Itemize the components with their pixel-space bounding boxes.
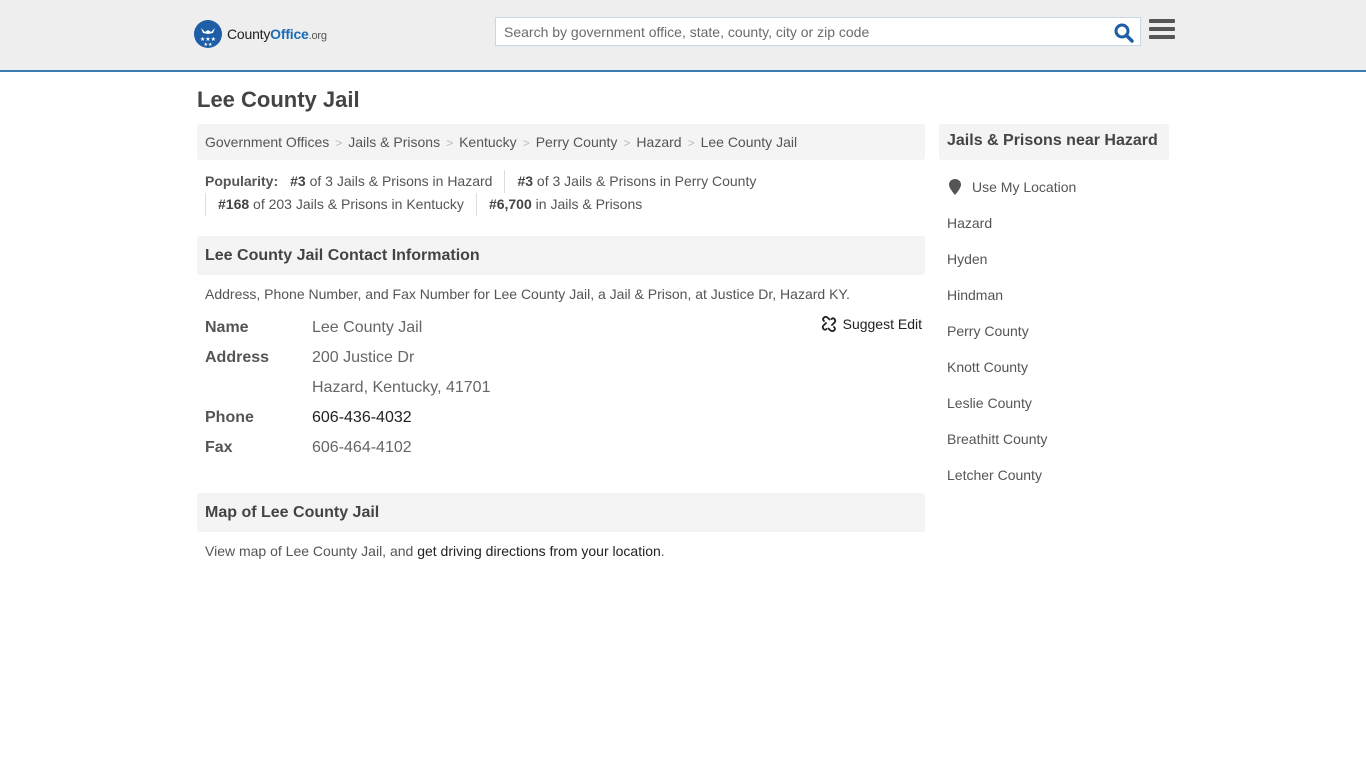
logo-text: CountyOffice.org — [227, 26, 327, 42]
info-row-fax: Fax 606-464-4102 — [205, 433, 925, 463]
search-input[interactable] — [496, 18, 1096, 45]
breadcrumb: Government Offices > Jails & Prisons > Kentu… — [197, 124, 925, 160]
breadcrumb-separator: > — [687, 136, 695, 150]
svg-text:★★: ★★ — [204, 42, 213, 48]
breadcrumb-kentucky[interactable]: Kentucky — [459, 134, 517, 150]
info-row-phone: Phone 606-436-4032 — [205, 409, 412, 426]
breadcrumb-separator: > — [446, 136, 454, 150]
contact-section-heading: Lee County Jail Contact Information — [197, 236, 925, 275]
use-my-location[interactable]: Use My Location — [947, 169, 1169, 205]
nearby-link-knott-county[interactable]: Knott County — [947, 359, 1028, 375]
nearby-link-leslie-county[interactable]: Leslie County — [947, 395, 1032, 411]
breadcrumb-separator: > — [623, 136, 631, 150]
nearby-link-hazard[interactable]: Hazard — [947, 215, 992, 231]
suggest-edit[interactable]: Suggest Edit — [821, 316, 922, 332]
nearby-sidebar: Jails & Prisons near Hazard Use My Locat… — [939, 124, 1169, 493]
search-box — [495, 17, 1141, 46]
breadcrumb-separator: > — [522, 136, 530, 150]
popularity-item: #3 of 3 Jails & Prisons in Perry County — [517, 173, 757, 189]
breadcrumb-jails-prisons[interactable]: Jails & Prisons — [348, 134, 440, 150]
main-content: Lee County Jail Government Offices > Jails… — [197, 86, 925, 559]
phone-link[interactable]: 606-436-4032 — [312, 409, 412, 426]
nearby-link-perry-county[interactable]: Perry County — [947, 323, 1029, 339]
breadcrumb-government-offices[interactable]: Government Offices — [205, 134, 329, 150]
breadcrumb-separator: > — [335, 136, 343, 150]
popularity-stats: Popularity: #3 of 3 Jails & Prisons in H… — [197, 170, 925, 216]
search-icon[interactable] — [1114, 23, 1134, 43]
map-section-heading: Map of Lee County Jail — [197, 493, 925, 532]
popularity-item: #6,700 in Jails & Prisons — [488, 196, 643, 212]
address-line1: 200 Justice Dr — [312, 349, 415, 366]
nearby-link-hindman[interactable]: Hindman — [947, 287, 1003, 303]
logo-eagle-icon: ★★★ ★★ — [194, 20, 222, 48]
nearby-link-letcher-county[interactable]: Letcher County — [947, 467, 1042, 483]
broken-link-icon — [821, 316, 836, 332]
fax-value: 606-464-4102 — [312, 439, 412, 456]
sidebar-heading: Jails & Prisons near Hazard — [939, 124, 1169, 160]
map-description: View map of Lee County Jail, and get dri… — [205, 543, 665, 559]
breadcrumb-current: Lee County Jail — [700, 134, 798, 150]
nearby-link-hyden[interactable]: Hyden — [947, 251, 987, 267]
popularity-item: #168 of 203 Jails & Prisons in Kentucky — [205, 193, 477, 216]
name-value: Lee County Jail — [312, 319, 423, 336]
site-header: ★★★ ★★ CountyOffice.org — [0, 0, 1366, 72]
breadcrumb-hazard[interactable]: Hazard — [636, 134, 681, 150]
suggest-edit-link[interactable]: Suggest Edit — [843, 316, 922, 332]
breadcrumb-perry-county[interactable]: Perry County — [536, 134, 618, 150]
driving-directions-link[interactable]: get driving directions from your locatio… — [417, 543, 661, 559]
popularity-item: #3 of 3 Jails & Prisons in Hazard — [290, 170, 506, 193]
hamburger-menu-icon[interactable] — [1149, 19, 1175, 41]
map-pin-icon — [949, 179, 961, 195]
nearby-link-breathitt-county[interactable]: Breathitt County — [947, 431, 1047, 447]
site-logo[interactable]: ★★★ ★★ CountyOffice.org — [194, 20, 327, 48]
contact-info: Suggest Edit Name Lee County Jail Addres… — [197, 313, 925, 463]
use-my-location-link[interactable]: Use My Location — [972, 169, 1076, 205]
info-row-address2: Hazard, Kentucky, 41701 — [205, 373, 925, 403]
info-row-name: Name Lee County Jail — [205, 313, 925, 343]
popularity-label: Popularity: — [205, 173, 279, 189]
contact-description: Address, Phone Number, and Fax Number fo… — [205, 286, 850, 302]
page-title: Lee County Jail — [197, 87, 360, 112]
address-line2: Hazard, Kentucky, 41701 — [312, 379, 491, 396]
info-row-address: Address 200 Justice Dr — [205, 343, 925, 373]
